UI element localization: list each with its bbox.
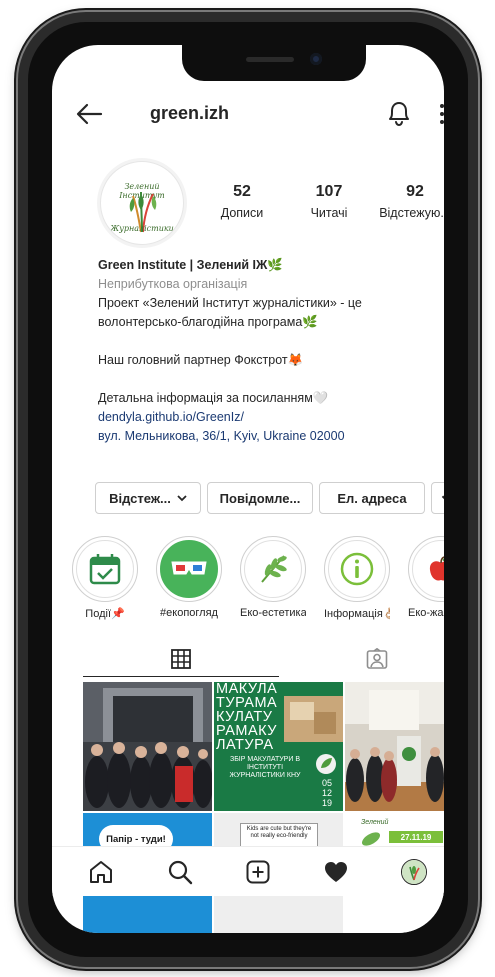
suggested-dropdown-button[interactable] (431, 482, 444, 514)
highlight-ecoview[interactable]: #екопогляд (156, 536, 222, 619)
phone-bezel: green.izh Зелений Інститут Журналістики … (28, 22, 468, 957)
highlight-cover (244, 540, 302, 598)
bio-spacer (98, 370, 444, 389)
post-photo-group-indoor (345, 682, 444, 811)
post-thumbnail[interactable] (83, 682, 212, 811)
post-thumbnail[interactable] (345, 682, 444, 811)
highlight-ring (156, 536, 222, 602)
highlight-cover (160, 540, 218, 598)
profile-header: green.izh (52, 93, 444, 135)
post2-title: МАКУЛА ТУРАМА КУЛАТУ РАМАКУ ЛАТУРА (216, 682, 278, 753)
post5-card: Kids are cute but they're not really eco… (240, 823, 318, 847)
highlight-events[interactable]: Події📌 (72, 536, 138, 620)
tagged-person-icon (366, 648, 388, 669)
stat-posts[interactable]: 52 Дописи (197, 183, 287, 220)
profile-category: Неприбуткова організація (98, 277, 248, 291)
notch (182, 45, 366, 81)
front-camera (310, 53, 322, 65)
highlight-label: Еко-естетика... (240, 607, 306, 619)
info-icon (340, 552, 374, 586)
highlight-ring (240, 536, 306, 602)
post2-subtitle: ЗБІР МАКУЛАТУРИ В ІНСТИТУТІ ЖУРНАЛІСТИКИ… (229, 756, 301, 779)
stat-following-label: Відстежую... (379, 206, 444, 220)
highlight-label: #екопогляд (160, 607, 218, 619)
highlight-label: Еко-жар (408, 607, 444, 619)
post-thumbnail[interactable]: МАКУЛА ТУРАМА КУЛАТУ РАМАКУ ЛАТУРА ЗБІР … (214, 682, 343, 811)
stat-followers-label: Читачі (310, 206, 348, 220)
bio-line: Наш головний партнер Фокстрот🦊 (98, 353, 304, 367)
bio-line: Проект «Зелений Інститут журналістики» -… (98, 296, 362, 310)
highlight-ring (408, 536, 444, 602)
highlight-cover (76, 540, 134, 598)
profile-avatar-mini-logo (402, 860, 426, 884)
highlight-cover (412, 540, 444, 598)
stat-following[interactable]: 92 Відстежую... (370, 183, 444, 220)
apple-icon (429, 556, 444, 581)
highlight-ring (324, 536, 390, 602)
stat-posts-value: 52 (233, 183, 251, 200)
profile-avatar[interactable]: Зелений Інститут Журналістики (100, 161, 184, 245)
follow-button-label: Відстеж... (109, 490, 171, 506)
calendar-check-icon (89, 554, 121, 585)
phone-frame: green.izh Зелений Інститут Журналістики … (18, 12, 478, 967)
grid-icon (171, 648, 191, 669)
stat-following-value: 92 (406, 183, 424, 200)
post-photo-group-van (83, 682, 212, 811)
highlight-information[interactable]: Інформація👌🏼 (324, 536, 390, 620)
profile-address[interactable]: вул. Мельникова, 36/1, Kyiv, Ukraine 020… (98, 427, 444, 446)
leaf-branch-icon (261, 555, 287, 583)
highlight-eco-cut[interactable]: Еко-жар (408, 536, 444, 619)
bell-icon[interactable] (386, 99, 412, 127)
avatar-logo-text-bottom: Журналістики (110, 224, 174, 233)
profile-name: Green Institute | Зелений ІЖ🌿 (98, 258, 283, 272)
arrow-left-icon[interactable] (74, 99, 104, 129)
stat-followers-value: 107 (315, 183, 343, 200)
bio-spacer (98, 332, 444, 351)
heart-icon[interactable] (323, 859, 349, 885)
stat-followers[interactable]: 107 Читачі (284, 183, 374, 220)
username-title: green.izh (150, 103, 230, 123)
more-vertical-icon[interactable] (434, 101, 444, 127)
phone-screen: green.izh Зелений Інститут Журналістики … (52, 45, 444, 933)
speaker-grille (246, 57, 294, 62)
home-icon[interactable] (88, 859, 114, 885)
add-square-icon[interactable] (245, 859, 271, 885)
message-button[interactable]: Повідомле... (207, 482, 313, 514)
highlight-ring (72, 536, 138, 602)
bio-line: волонтерсько-благодійна програма🌿 (98, 315, 318, 329)
follow-button[interactable]: Відстеж... (95, 482, 201, 514)
tab-grid[interactable] (83, 641, 279, 677)
3d-glasses-icon (171, 561, 207, 575)
chevron-down-icon (177, 495, 187, 502)
highlight-label: Події📌 (85, 608, 125, 620)
email-button[interactable]: Ел. адреса (319, 482, 425, 514)
stat-posts-label: Дописи (220, 206, 264, 220)
chevron-down-icon (441, 495, 444, 499)
search-icon[interactable] (167, 859, 193, 885)
profile-link[interactable]: dendyla.github.io/GreenIz/ (98, 408, 444, 427)
highlight-label: Інформація👌🏼 (324, 608, 390, 620)
post4-text: Папір - туди! (106, 833, 166, 845)
highlight-cover (328, 540, 386, 598)
profile-avatar-icon[interactable] (401, 859, 427, 885)
bio-line: Детальна інформація за посиланням🤍 (98, 391, 329, 405)
bottom-navigation (52, 846, 444, 896)
tab-tagged[interactable] (279, 641, 444, 677)
post5-text: Kids are cute but they're not really eco… (246, 826, 312, 839)
post2-date: 05 12 19 (321, 778, 332, 808)
profile-tabs (52, 641, 444, 677)
highlight-eco-aesthetics[interactable]: Еко-естетика... (240, 536, 306, 619)
profile-bio: Green Institute | Зелений ІЖ🌿 Неприбутко… (98, 256, 444, 446)
